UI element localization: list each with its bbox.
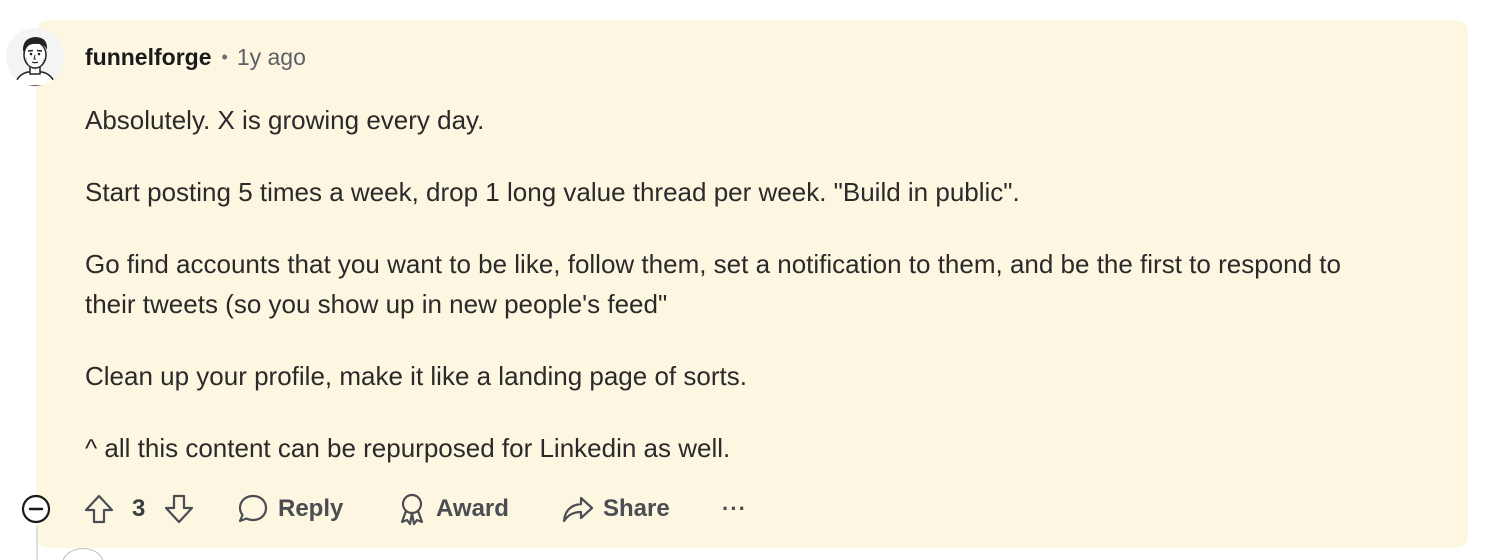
- reply-button[interactable]: Reply: [236, 486, 343, 532]
- more-options-button[interactable]: ···: [722, 486, 747, 532]
- ellipsis-icon: ···: [722, 496, 747, 521]
- speech-bubble-icon: [238, 494, 268, 523]
- vote-count: 3: [132, 495, 146, 522]
- comment-body: Absolutely. X is growing every day. Star…: [85, 100, 1385, 500]
- comment-paragraph: Absolutely. X is growing every day.: [85, 105, 485, 135]
- arrow-up-icon: [84, 494, 114, 524]
- meta-separator: •: [221, 46, 228, 67]
- timestamp[interactable]: 1y ago: [237, 44, 306, 71]
- award-button[interactable]: Award: [396, 486, 509, 532]
- comment-thread: funnelforge • 1y ago Absolutely. X is gr…: [0, 0, 1488, 560]
- next-reply-avatar: [62, 548, 104, 560]
- arrow-down-icon: [164, 494, 194, 524]
- comment-paragraph: Start posting 5 times a week, drop 1 lon…: [85, 177, 1020, 207]
- award-label: Award: [436, 495, 509, 522]
- comment-paragraph: Go find accounts that you want to be lik…: [85, 249, 1341, 319]
- collapse-button[interactable]: [20, 486, 52, 532]
- comment-paragraph: Clean up your profile, make it like a la…: [85, 361, 747, 391]
- downvote-button[interactable]: [162, 486, 196, 532]
- upvote-button[interactable]: [82, 486, 116, 532]
- award-ribbon-icon: [400, 493, 424, 526]
- username-link[interactable]: funnelforge: [85, 44, 212, 71]
- minus-circle-icon: [21, 494, 51, 524]
- share-button[interactable]: Share: [561, 486, 670, 532]
- comment-meta: funnelforge • 1y ago: [85, 42, 306, 72]
- comment-action-bar: 3 Reply Award Share ···: [0, 486, 1000, 532]
- reply-label: Reply: [278, 495, 344, 522]
- share-arrow-icon: [562, 496, 594, 523]
- user-avatar-illustration: [6, 28, 64, 86]
- share-label: Share: [603, 495, 670, 522]
- comment-paragraph: ^ all this content can be repurposed for…: [85, 433, 731, 463]
- avatar[interactable]: [6, 28, 64, 86]
